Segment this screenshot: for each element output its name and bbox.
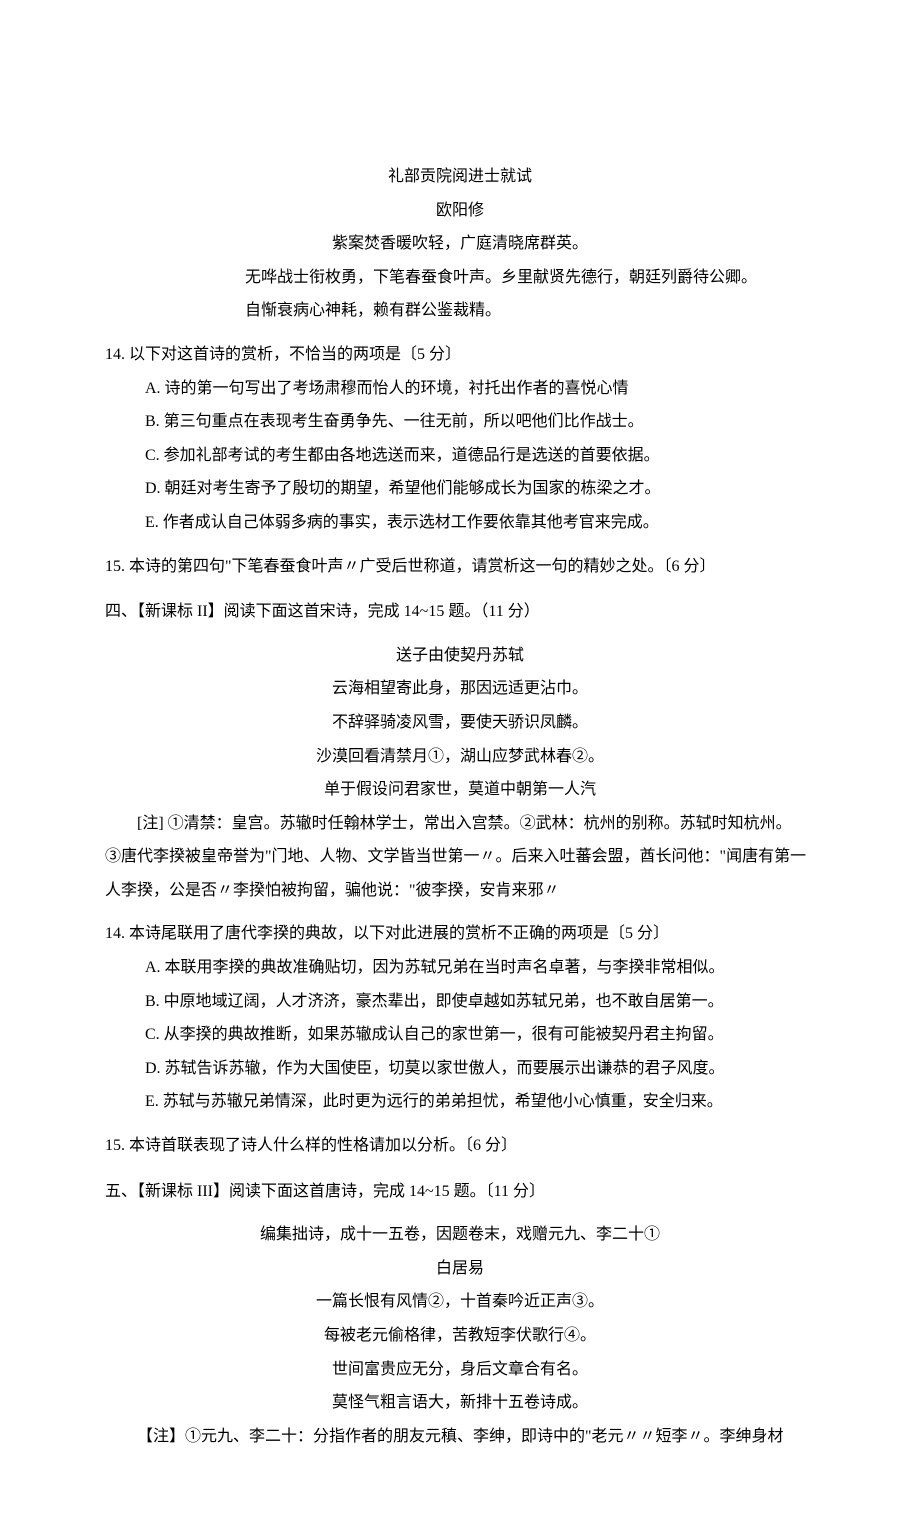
poem3-line-1: 一篇长恨有风情②，十首秦吟近正声③。: [105, 1285, 815, 1319]
poem1-author: 欧阳修: [105, 194, 815, 228]
poem3-line-2: 每被老元偷格律，苦教短李伏歌行④。: [105, 1319, 815, 1353]
question-15b: 15. 本诗首联表现了诗人什么样的性格请加以分析。〔6 分〕: [105, 1129, 815, 1163]
document-page: 礼部贡院阅进士就试 欧阳修 紫案焚香暖吹轻，广庭清晓席群英。 无哗战士衔枚勇，下…: [0, 0, 920, 1513]
poem3-line-3: 世间富贵应无分，身后文章合有名。: [105, 1353, 815, 1387]
section-3-heading: 五、【新课标 III】阅读下面这首唐诗，完成 14~15 题。〔11 分〕: [105, 1175, 815, 1209]
q14b-opt-c: C. 从李揆的典故推断，如果苏辙成认自己的家世第一，很有可能被契丹君主拘留。: [105, 1018, 815, 1052]
question-15a: 15. 本诗的第四句"下笔春蚕食叶声〃广受后世称道，请赏析这一句的精妙之处。〔6…: [105, 550, 815, 584]
question-14a: 14. 以下对这首诗的赏析，不恰当的两项是〔5 分〕 A. 诗的第一句写出了考场…: [105, 338, 815, 540]
poem3-line-4: 莫怪气粗言语大，新排十五卷诗成。: [105, 1386, 815, 1420]
poem1-line-1: 紫案焚香暖吹轻，广庭清晓席群英。: [105, 227, 815, 261]
q14a-opt-c: C. 参加礼部考试的考生都由各地选送而来，道德品行是选送的首要依据。: [105, 439, 815, 473]
q14b-opt-b: B. 中原地域辽阔，人才济济，豪杰辈出，即使卓越如苏轼兄弟，也不敢自居第一。: [105, 985, 815, 1019]
q14b-stem: 14. 本诗尾联用了唐代李揆的典故，以下对此进展的赏析不正确的两项是〔5 分〕: [105, 917, 815, 951]
poem2-line-1: 云海相望寄此身，那因远适更沾巾。: [105, 672, 815, 706]
poem2-line-4: 单于假设问君家世，莫道中朝第一人汽: [105, 773, 815, 807]
q14a-opt-b: B. 第三句重点在表现考生奋勇争先、一往无前，所以吧他们比作战士。: [105, 405, 815, 439]
q14a-opt-e: E. 作者成认自己体弱多病的事实，表示选材工作要依靠其他考官来完成。: [105, 506, 815, 540]
poem2-title: 送子由使契丹苏轼: [105, 639, 815, 673]
poem2-line-3: 沙漠回看清禁月①，湖山应梦武林春②。: [105, 740, 815, 774]
poem1-title: 礼部贡院阅进士就试: [105, 160, 815, 194]
poem1-line-2: 无哗战士衔枚勇，下笔春蚕食叶声。乡里献贤先德行，朝廷列爵待公卿。自惭衰病心神耗，…: [105, 261, 815, 328]
section-2-heading: 四、【新课标 II】阅读下面这首宋诗，完成 14~15 题。（11 分）: [105, 595, 815, 629]
q14a-opt-d: D. 朝廷对考生寄予了殷切的期望，希望他们能够成长为国家的栋梁之才。: [105, 472, 815, 506]
poem3-author: 白居易: [105, 1252, 815, 1286]
poem2-line-2: 不辞驿骑凌风雪，要使天骄识凤麟。: [105, 706, 815, 740]
q14b-opt-a: A. 本联用李揆的典故准确贴切，因为苏轼兄弟在当时声名卓著，与李揆非常相似。: [105, 951, 815, 985]
note3: 【注】①元九、李二十：分指作者的朋友元稹、李绅，即诗中的"老元〃〃短李〃。李绅身…: [105, 1420, 815, 1454]
q14b-opt-d: D. 苏轼告诉苏辙，作为大国使臣，切莫以家世傲人，而要展示出谦恭的君子风度。: [105, 1052, 815, 1086]
q14a-stem: 14. 以下对这首诗的赏析，不恰当的两项是〔5 分〕: [105, 338, 815, 372]
q14a-opt-a: A. 诗的第一句写出了考场肃穆而怡人的环境，衬托出作者的喜悦心情: [105, 372, 815, 406]
q14b-opt-e: E. 苏轼与苏辙兄弟情深，此时更为远行的弟弟担忧，希望他小心慎重，安全归来。: [105, 1085, 815, 1119]
note2-line-1: [注] ①清禁：皇宫。苏辙时任翰林学士，常出入宫禁。②武林：杭州的别称。苏轼时知…: [105, 807, 815, 841]
poem3-title: 编集拙诗，成十一五卷，因题卷末，戏赠元九、李二十①: [105, 1218, 815, 1252]
question-14b: 14. 本诗尾联用了唐代李揆的典故，以下对此进展的赏析不正确的两项是〔5 分〕 …: [105, 917, 815, 1119]
note2-line-2: ③唐代李揆被皇帝誉为"门地、人物、文学皆当世第一〃。后来入吐蕃会盟，酋长问他："…: [105, 840, 815, 907]
